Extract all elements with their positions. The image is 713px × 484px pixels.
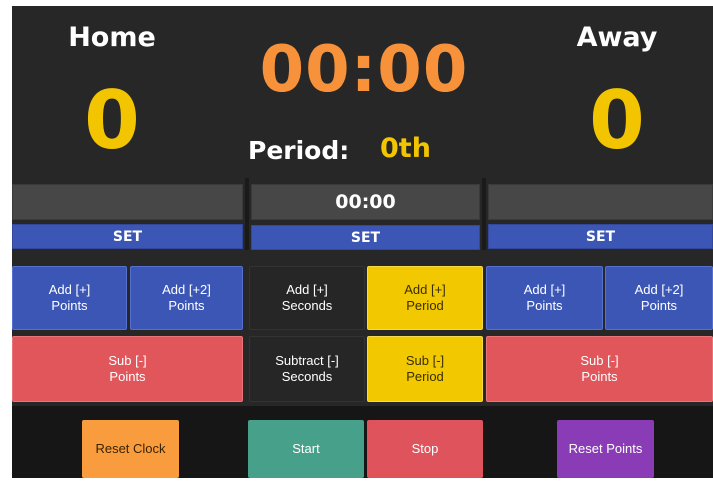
add-seconds-button[interactable]: Add [+] Seconds — [249, 266, 365, 330]
home-title: Home — [68, 22, 156, 53]
away-add-point-button[interactable]: Add [+] Points — [486, 266, 603, 330]
reset-points-button[interactable]: Reset Points — [557, 420, 654, 478]
clock-display: 00:00 — [259, 33, 469, 107]
add-period-button[interactable]: Add [+] Period — [367, 266, 483, 330]
column-divider — [482, 178, 486, 250]
away-add-two-points-button[interactable]: Add [+2] Points — [605, 266, 713, 330]
home-set-button[interactable]: SET — [12, 224, 243, 249]
home-score: 0 — [84, 74, 140, 167]
scoreboard-app: Home 0 00:00 Period: 0th Away 0 00:00 SE… — [12, 6, 713, 478]
away-title: Away — [576, 22, 658, 53]
clock-time-input[interactable]: 00:00 — [251, 184, 480, 220]
home-sub-point-button[interactable]: Sub [-] Points — [12, 336, 243, 402]
period-label: Period: — [248, 136, 350, 165]
sub-period-button[interactable]: Sub [-] Period — [367, 336, 483, 402]
away-score-input[interactable] — [488, 184, 713, 220]
column-divider — [245, 178, 249, 250]
away-sub-point-button[interactable]: Sub [-] Points — [486, 336, 713, 402]
reset-clock-button[interactable]: Reset Clock — [82, 420, 179, 478]
subtract-seconds-button[interactable]: Subtract [-] Seconds — [249, 336, 365, 402]
home-score-input[interactable] — [12, 184, 243, 220]
stop-button[interactable]: Stop — [367, 420, 483, 478]
away-set-button[interactable]: SET — [488, 224, 713, 249]
clock-set-button[interactable]: SET — [251, 225, 480, 250]
period-value: 0th — [380, 133, 431, 164]
home-add-two-points-button[interactable]: Add [+2] Points — [130, 266, 243, 330]
away-score: 0 — [589, 74, 645, 167]
home-add-point-button[interactable]: Add [+] Points — [12, 266, 127, 330]
start-button[interactable]: Start — [248, 420, 364, 478]
